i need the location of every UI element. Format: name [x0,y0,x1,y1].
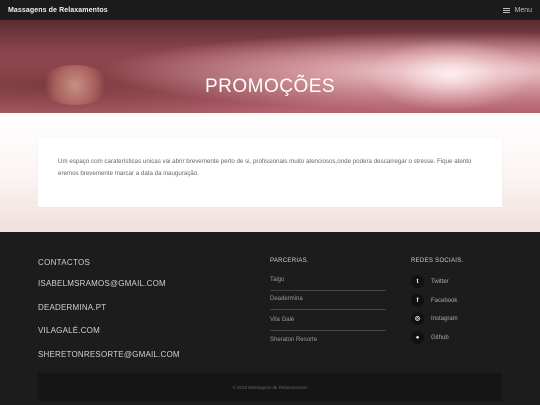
top-navbar: Massagens de Relaxamentos Menu [0,0,540,20]
facebook-icon: f [411,294,424,307]
social-title: REDES SOCIAIS. [411,258,464,264]
page-title: PROMOÇÕES [204,76,336,97]
copyright-text: © 2019 Massagens de Relaxamentos [232,384,308,390]
social-label: Github [431,334,449,341]
copyright-bar: © 2019 Massagens de Relaxamentos [38,373,502,401]
menu-label: Menu [514,6,532,14]
content-text: Um espaço com caraterísticas unicas vai … [58,158,472,177]
partner-link-sheraton[interactable]: Sheraton Resorte [270,337,386,350]
social-link-facebook[interactable]: f Facebook [411,294,457,307]
partner-link-talgo[interactable]: Talgo [270,277,386,291]
partner-link-vilagale[interactable]: Vila Galé [270,317,386,331]
github-icon: ● [411,331,424,344]
site-brand[interactable]: Massagens de Relaxamentos [8,7,108,14]
social-link-twitter[interactable]: t Twitter [411,275,449,288]
footer: CONTACTOS ISABELMSRAMOS@GMAIL.COM DEADER… [0,232,540,405]
content-card: Um espaço com caraterísticas unicas vai … [38,138,502,207]
partners-title: PARCERIAS. [270,258,309,264]
twitter-icon: t [411,275,424,288]
menu-button[interactable]: Menu [503,7,532,14]
social-link-github[interactable]: ● Github [411,331,449,344]
social-label: Instagram [431,315,458,322]
social-link-instagram[interactable]: ◎ Instagram [411,312,458,325]
hamburger-icon [503,7,511,13]
contact-email-isabel[interactable]: ISABELMSRAMOS@GMAIL.COM [38,279,166,288]
social-label: Twitter [431,278,449,285]
social-label: Facebook [431,297,458,304]
partner-link-deadermina[interactable]: Deadermina [270,296,386,310]
contact-email-sheraton[interactable]: SHERETONRESORTE@GMAIL.COM [38,350,180,359]
contacts-title: CONTACTOS [38,258,91,267]
contact-link-vilagale[interactable]: VILAGALÉ.COM [38,326,100,335]
instagram-icon: ◎ [411,312,424,325]
contact-link-deadermina[interactable]: DEADERMINA.PT [38,303,106,312]
hero-banner: PROMOÇÕES [0,20,540,113]
